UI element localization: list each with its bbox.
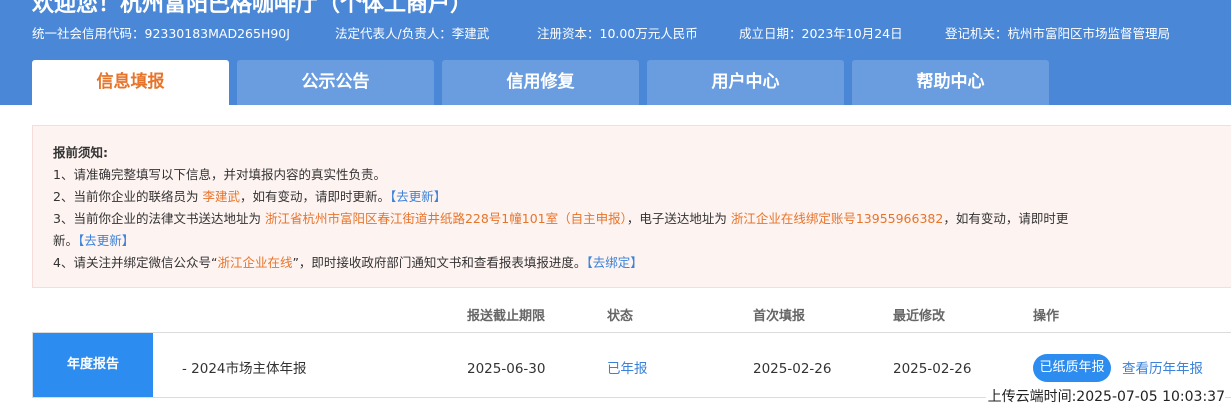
company-info-bar: 统一社会信用代码：92330183MAD265H90J 法定代表人/负责人：李建… [0, 25, 1231, 43]
established-date: 成立日期：2023年10月24日 [739, 26, 903, 41]
legal-address: 浙江省杭州市富阳区春江街道井纸路228号1幢101室（自主申报） [264, 211, 627, 226]
credit-code: 统一社会信用代码：92330183MAD265H90J [32, 26, 290, 41]
legal-representative: 法定代表人/负责人：李建武 [335, 26, 490, 41]
wechat-account-name: 浙江企业在线 [217, 255, 293, 270]
contact-name: 李建武 [202, 189, 240, 204]
registered-capital: 注册资本：10.00万元人民币 [537, 26, 698, 41]
notice-line-2: 2、当前你企业的联络员为 李建武，如有变动，请即时更新。【去更新】 [53, 188, 446, 206]
header-first-filed: 首次填报 [753, 309, 806, 324]
top-header: 欢迎您！杭州富阳巴格咖啡厅（个体工商户） 统一社会信用代码：92330183MA… [0, 0, 1231, 105]
tab-public-notice[interactable]: 公示公告 [237, 60, 434, 105]
notice-text: ，如有变动，请即时更新。 [239, 189, 390, 204]
report-name: - 2024市场主体年报 [182, 361, 307, 377]
view-history-reports-link[interactable]: 查看历年年报 [1122, 360, 1203, 378]
notice-text: ”，即时接收政府部门通知文书和查看报表填报进度。 [292, 255, 587, 270]
deadline-value: 2025-06-30 [467, 361, 546, 377]
first-filed-value: 2025-02-26 [753, 361, 832, 377]
notice-text: ，如有变动，请即时更 [943, 211, 1069, 226]
welcome-title: 欢迎您！杭州富阳巴格咖啡厅（个体工商户） [32, 0, 473, 17]
paper-report-button[interactable]: 已纸质年报 [1033, 354, 1111, 382]
header-deadline: 报送截止期限 [467, 309, 546, 324]
header-last-modified: 最近修改 [893, 309, 946, 324]
status-value: 已年报 [607, 361, 648, 377]
notice-text: 3、当前你企业的法律文书送达地址为 [53, 211, 265, 226]
notice-title: 报前须知: [53, 145, 108, 160]
upload-timestamp: 上传云端时间:2025-07-05 10:03:37 [985, 388, 1225, 406]
update-contact-link[interactable]: 【去更新】 [390, 189, 446, 204]
bind-wechat-link[interactable]: 【去绑定】 [586, 255, 642, 270]
notice-text: 新。 [53, 233, 79, 248]
notice-line-4: 4、请关注并绑定微信公众号“浙江企业在线”，即时接收政府部门通知文书和查看报表填… [53, 254, 643, 272]
last-modified-value: 2025-02-26 [893, 361, 972, 377]
notice-text: 4、请关注并绑定微信公众号“ [53, 255, 218, 270]
tab-help-center[interactable]: 帮助中心 [852, 60, 1049, 105]
registration-authority: 登记机关：杭州市富阳区市场监督管理局 [945, 26, 1171, 41]
notice-line-3: 3、当前你企业的法律文书送达地址为 浙江省杭州市富阳区春江街道井纸路228号1幢… [53, 210, 1068, 228]
electronic-address: 浙江企业在线绑定账号13955966382 [730, 211, 944, 226]
header-status: 状态 [607, 309, 634, 324]
notice-text: 2、当前你企业的联络员为 [53, 189, 203, 204]
notice-line-3-cont: 新。【去更新】 [53, 232, 134, 250]
tab-credit-repair[interactable]: 信用修复 [442, 60, 639, 105]
tab-user-center[interactable]: 用户中心 [647, 60, 844, 105]
notice-line-1: 1、请准确完整填写以下信息，并对填报内容的真实性负责。 [53, 167, 386, 182]
notice-text: ，电子送达地址为 [626, 211, 731, 226]
header-actions: 操作 [1033, 309, 1060, 324]
update-address-link[interactable]: 【去更新】 [78, 233, 134, 248]
pre-report-notice: 报前须知: 1、请准确完整填写以下信息，并对填报内容的真实性负责。 2、当前你企… [32, 125, 1231, 288]
tab-info-filing[interactable]: 信息填报 [32, 60, 229, 105]
row-category-label: 年度报告 [33, 333, 153, 397]
